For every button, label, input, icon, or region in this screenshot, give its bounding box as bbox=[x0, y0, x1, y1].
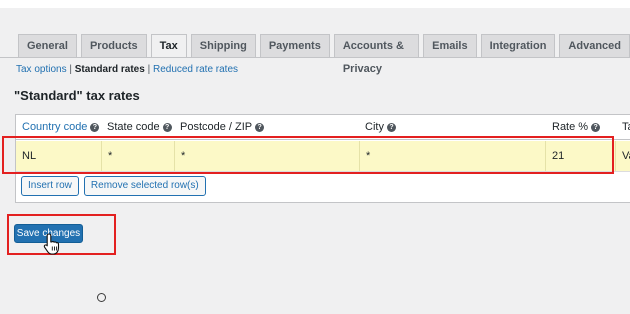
header-postcode: Postcode / ZIP? bbox=[180, 121, 265, 133]
subnav-reduced-rates[interactable]: Reduced rate rates bbox=[153, 64, 238, 75]
header-country-code-label: Country code bbox=[22, 121, 88, 133]
tab-emails[interactable]: Emails bbox=[423, 34, 477, 57]
tab-payments[interactable]: Payments bbox=[259, 34, 330, 57]
tab-shipping[interactable]: Shipping bbox=[190, 34, 256, 57]
tab-tax[interactable]: Tax bbox=[150, 34, 187, 58]
help-icon[interactable]: ? bbox=[255, 122, 265, 132]
insert-row-button[interactable]: Insert row bbox=[21, 176, 79, 196]
tab-products[interactable]: Products bbox=[80, 34, 147, 57]
header-country-code[interactable]: Country code? bbox=[22, 121, 100, 133]
cell-extra[interactable]: Va bbox=[616, 141, 630, 171]
settings-tabs: General Products Tax Shipping Payments A… bbox=[18, 34, 630, 75]
tab-general[interactable]: General bbox=[18, 34, 77, 57]
help-icon[interactable]: ? bbox=[162, 122, 172, 132]
tab-divider bbox=[0, 57, 630, 58]
help-icon[interactable]: ? bbox=[591, 122, 601, 132]
page-title: "Standard" tax rates bbox=[14, 88, 140, 103]
header-rate: Rate %? bbox=[552, 121, 601, 133]
header-extra: Ta bbox=[622, 121, 630, 133]
header-city-label: City bbox=[365, 121, 384, 133]
tab-integration[interactable]: Integration bbox=[480, 34, 556, 57]
row-highlight-box bbox=[2, 136, 614, 174]
tax-subnav: Tax options | Standard rates | Reduced r… bbox=[16, 64, 238, 75]
header-state-code-label: State code bbox=[107, 121, 160, 133]
radio-circle-icon[interactable] bbox=[97, 293, 106, 302]
subnav-tax-options[interactable]: Tax options bbox=[16, 64, 67, 75]
subnav-separator: | bbox=[69, 64, 72, 75]
tab-accounts-privacy[interactable]: Accounts & Privacy bbox=[333, 34, 420, 75]
tab-advanced[interactable]: Advanced bbox=[559, 34, 630, 57]
hand-pointer-icon bbox=[43, 233, 60, 255]
top-bar bbox=[0, 0, 630, 8]
row-actions: Insert row Remove selected row(s) bbox=[21, 176, 206, 196]
remove-rows-button[interactable]: Remove selected row(s) bbox=[83, 176, 206, 196]
help-icon[interactable]: ? bbox=[386, 122, 396, 132]
header-city: City? bbox=[365, 121, 396, 133]
subnav-separator: | bbox=[147, 64, 151, 75]
help-icon[interactable]: ? bbox=[90, 122, 100, 132]
save-highlight-box bbox=[7, 214, 116, 255]
header-postcode-label: Postcode / ZIP bbox=[180, 121, 253, 133]
subnav-standard-rates[interactable]: Standard rates bbox=[75, 64, 145, 75]
header-state-code: State code? bbox=[107, 121, 172, 133]
header-rate-label: Rate % bbox=[552, 121, 589, 133]
